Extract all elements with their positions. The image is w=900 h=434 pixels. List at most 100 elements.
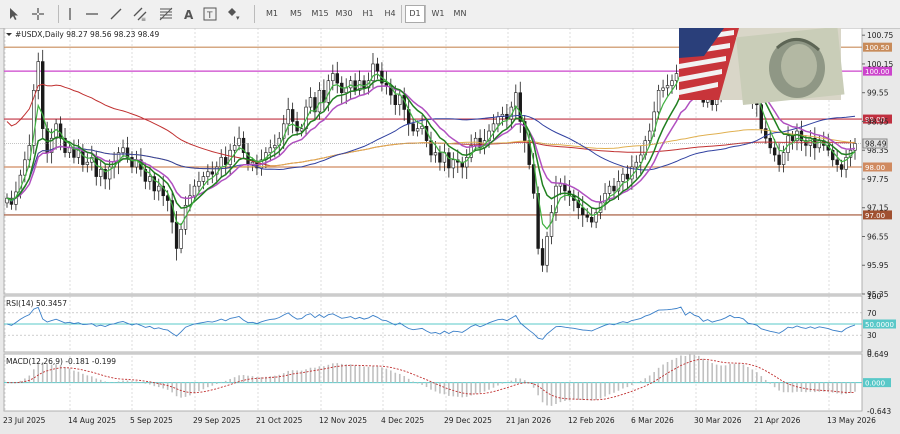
- y-tick-label: 97.75: [867, 175, 889, 184]
- fibonacci-icon[interactable]: [158, 6, 174, 22]
- candle-body: [781, 152, 786, 165]
- candle-body: [665, 85, 670, 89]
- candle-body: [219, 157, 223, 168]
- crosshair-icon[interactable]: [30, 6, 46, 22]
- candle-body: [331, 73, 335, 82]
- candle-body: [179, 228, 183, 249]
- candle-body: [353, 80, 357, 91]
- text-icon[interactable]: A: [180, 6, 196, 22]
- x-tick-label: 12 Nov 2025: [319, 416, 367, 425]
- candle-body: [99, 169, 103, 177]
- candle-body: [772, 147, 777, 156]
- candle-body: [433, 152, 438, 156]
- candle-body: [299, 128, 304, 132]
- x-tick-label: 13 May 2026: [827, 416, 876, 425]
- x-tick-label: 5 Sep 2025: [130, 416, 173, 425]
- candle-body: [491, 123, 496, 132]
- timeframe-mn[interactable]: MN: [451, 6, 469, 22]
- macd-tick-label: -0.643: [867, 407, 891, 416]
- x-tick-label: 29 Sep 2025: [193, 416, 241, 425]
- candle-body: [420, 125, 424, 129]
- candle-body: [335, 73, 339, 84]
- candle-body: [228, 149, 232, 165]
- channel-icon[interactable]: ≡: [132, 6, 148, 22]
- x-tick-label: 23 Jul 2025: [3, 416, 46, 425]
- candle-body: [661, 87, 665, 91]
- timeframe-m1[interactable]: M1: [263, 6, 281, 22]
- x-tick-label: 14 Aug 2025: [68, 416, 116, 425]
- rsi-label: RSI(14) 50.3457: [6, 299, 67, 308]
- x-tick-label: 4 Dec 2025: [381, 416, 424, 425]
- candle-body: [647, 130, 652, 141]
- candle-body: [777, 154, 781, 165]
- timeframe-m15[interactable]: M15: [309, 6, 331, 22]
- svg-text:▾: ▾: [236, 14, 240, 22]
- candle-body: [411, 123, 415, 132]
- candle-body: [674, 73, 679, 82]
- y-tick-label: 95.95: [867, 261, 889, 270]
- candle-body: [558, 183, 563, 187]
- candle-body: [612, 185, 616, 192]
- rsi-tick-label: 100: [867, 292, 882, 301]
- candle-body: [174, 221, 179, 249]
- svg-text:A: A: [184, 8, 194, 22]
- candle-body: [157, 185, 161, 192]
- candle-body: [206, 171, 210, 177]
- candle-body: [621, 173, 625, 182]
- shapes-icon[interactable]: ▾: [226, 6, 242, 22]
- rsi-tick-label: 30: [867, 331, 877, 340]
- candle-body: [223, 157, 228, 165]
- price-level-label: 98.00: [865, 164, 885, 172]
- candle-body: [121, 147, 125, 153]
- chart-area[interactable]: 100.50 100.00 99.00 98.00 97.00 100.75 100.15 9…: [0, 26, 900, 432]
- candle-body: [290, 109, 295, 122]
- chart-svg[interactable]: 100.50100.0099.0098.0097.00100.75100.159…: [0, 26, 900, 432]
- candle-body: [148, 176, 152, 182]
- y-tick-label: 99.55: [867, 89, 889, 98]
- timeframe-w1[interactable]: W1: [429, 6, 447, 22]
- candle-body: [496, 116, 500, 125]
- candle-body: [415, 128, 420, 132]
- svg-text:≡: ≡: [141, 16, 146, 22]
- candle-body: [286, 109, 290, 125]
- candle-body: [790, 135, 795, 141]
- cursor-icon[interactable]: [6, 6, 22, 22]
- y-tick-label: 97.15: [867, 204, 889, 213]
- y-tick-label: 100.75: [867, 31, 893, 40]
- toolbar: ≡ A T ▾ M1 M5 M15 M30 H1 H4 D1 W1 MN: [0, 0, 900, 29]
- text-label-icon[interactable]: T: [202, 6, 218, 22]
- price-level-label: 97.00: [865, 212, 885, 220]
- candle-body: [81, 149, 85, 165]
- candle-body: [201, 176, 206, 182]
- x-tick-label: 21 Oct 2025: [256, 416, 303, 425]
- rsi-tick-label: 70: [867, 309, 877, 318]
- candle-body: [317, 90, 322, 113]
- timeframe-m30[interactable]: M30: [333, 6, 355, 22]
- candle-body: [192, 185, 197, 197]
- price-level-label: 100.50: [865, 44, 890, 52]
- candle-body: [634, 161, 639, 168]
- candle-body: [344, 87, 348, 94]
- candle-body: [540, 248, 545, 266]
- trend-line-icon[interactable]: [108, 6, 124, 22]
- candle-body: [625, 173, 630, 180]
- candle-body: [585, 214, 589, 218]
- timeframe-h1[interactable]: H1: [359, 6, 377, 22]
- timeframe-d1[interactable]: D1: [405, 5, 425, 23]
- candle-body: [85, 161, 90, 165]
- x-tick-label: 21 Jan 2026: [506, 416, 551, 425]
- horizontal-line-icon[interactable]: [84, 6, 100, 22]
- candle-body: [384, 82, 389, 86]
- timeframe-h4[interactable]: H4: [381, 6, 399, 22]
- x-tick-label: 21 Apr 2026: [754, 416, 801, 425]
- candle-body: [514, 92, 518, 108]
- x-tick-label: 6 Mar 2026: [631, 416, 674, 425]
- y-tick-label: 100.15: [867, 60, 893, 69]
- timeframe-m5[interactable]: M5: [287, 6, 305, 22]
- price-level-label: 100.00: [865, 68, 890, 76]
- y-tick-label: 96.55: [867, 232, 889, 241]
- vertical-line-icon[interactable]: [62, 6, 78, 22]
- candle-body: [447, 152, 451, 169]
- candle-body: [273, 145, 277, 149]
- candle-body: [589, 217, 594, 223]
